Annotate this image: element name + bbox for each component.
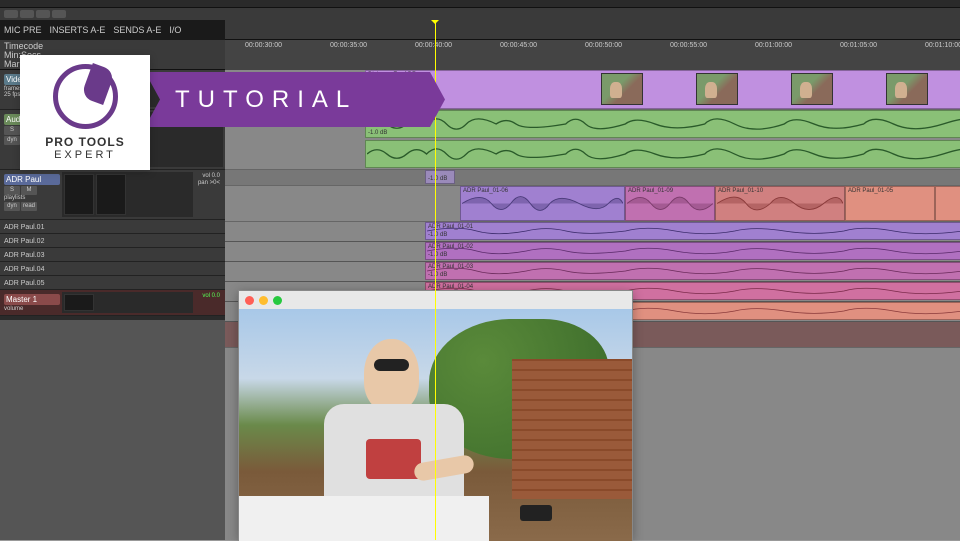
audio-clip[interactable]: -1.0 dB <box>365 110 960 138</box>
playlists-label[interactable]: playlists <box>4 195 60 201</box>
playlist-lane[interactable]: ADR Paul_01-02 -1.0 dB <box>225 242 960 262</box>
tutorial-banner: TUTORIAL <box>145 72 445 127</box>
header-label: I/O <box>169 25 181 35</box>
vol-label[interactable]: vol 0.0 <box>194 173 222 179</box>
insert-slot[interactable] <box>64 174 94 215</box>
track-name[interactable]: ADR Paul <box>4 174 60 185</box>
playlist-name[interactable]: ADR Paul.03 <box>4 252 60 259</box>
playlist-name[interactable]: ADR Paul.01 <box>4 224 60 231</box>
brand-logo: PRO TOOLS EXPERT <box>20 55 150 170</box>
dyn-button[interactable]: dyn <box>4 136 20 145</box>
time-mark: 00:01:05:00 <box>840 42 877 49</box>
small-clip[interactable]: -1.0 dB <box>425 170 455 184</box>
insert-slot[interactable] <box>96 174 126 215</box>
clip-label: ADR Paul_01-10 <box>718 188 763 194</box>
playlist-header[interactable]: ADR Paul.05 <box>0 276 225 290</box>
pan-label[interactable]: pan >0< <box>194 180 222 186</box>
header-label: SENDS A-E <box>113 25 161 35</box>
solo-button[interactable]: S <box>4 186 20 195</box>
tool-button[interactable] <box>36 10 50 18</box>
video-clip[interactable]: Dialogue For ADR <box>365 70 960 109</box>
db-label: -1.0 dB <box>368 130 387 136</box>
playlist-clip[interactable]: ADR Paul_01-01 -1.0 dB <box>425 222 960 240</box>
playlist-header[interactable]: ADR Paul.01 <box>0 220 225 234</box>
video-thumbnail <box>791 73 833 105</box>
tool-button[interactable] <box>20 10 34 18</box>
minimize-icon[interactable] <box>259 296 268 305</box>
time-mark: 00:00:35:00 <box>330 42 367 49</box>
playlist-lane[interactable]: ADR Paul_01-03 -1.0 dB <box>225 262 960 282</box>
time-mark: 00:00:55:00 <box>670 42 707 49</box>
clip-label: ADR Paul_01-05 <box>848 188 893 194</box>
playlist-clip[interactable]: ADR Paul_01-03 -1.0 dB <box>425 262 960 280</box>
adr-clip[interactable]: ADR Paul_01-10 <box>715 186 845 221</box>
audio-clip[interactable] <box>365 140 960 168</box>
playlist-name[interactable]: ADR Paul.05 <box>4 280 60 287</box>
output-slot[interactable] <box>64 294 94 311</box>
time-mark: 00:01:10:00 <box>925 42 960 49</box>
clip-label: ADR Paul_01-06 <box>463 188 508 194</box>
table-surface <box>239 496 489 541</box>
time-mark: 00:00:45:00 <box>500 42 537 49</box>
mute-button[interactable]: M <box>21 186 37 195</box>
vol-label[interactable]: vol 0.0 <box>194 293 222 299</box>
spacer-lane: -1.0 dB <box>225 170 960 186</box>
adr-track-header[interactable]: ADR Paul S M playlists dyn read vol 0.0 … <box>0 170 225 220</box>
edit-selection-ruler[interactable] <box>225 20 960 40</box>
maximize-icon[interactable] <box>273 296 282 305</box>
dyn-button[interactable]: dyn <box>4 202 20 211</box>
brand-text: EXPERT <box>54 149 116 161</box>
tool-button[interactable] <box>4 10 18 18</box>
edit-header: MIC PRE INSERTS A-E SENDS A-E I/O <box>0 20 225 40</box>
header-label: MIC PRE <box>4 25 42 35</box>
video-thumbnail <box>696 73 738 105</box>
read-button[interactable]: read <box>21 202 37 211</box>
track-name[interactable]: Master 1 <box>4 294 60 305</box>
close-icon[interactable] <box>245 296 254 305</box>
clip-label: ADR Paul_01-09 <box>628 188 673 194</box>
phone-prop <box>520 505 552 521</box>
master-sub: volume <box>4 306 60 312</box>
background-wall <box>512 359 632 499</box>
adr-comp-lane[interactable]: ADR Paul_01-06 ADR Paul_01-09 ADR Paul_0… <box>225 186 960 222</box>
time-mark: 00:00:30:00 <box>245 42 282 49</box>
video-thumbnail <box>601 73 643 105</box>
adr-clip[interactable]: ADR Paul_01-06 <box>460 186 625 221</box>
video-thumbnail <box>886 73 928 105</box>
adr-clip[interactable] <box>935 186 960 221</box>
adr-clip[interactable]: ADR Paul_01-05 <box>845 186 935 221</box>
menu-bar[interactable] <box>0 0 960 8</box>
time-mark: 00:00:40:00 <box>415 42 452 49</box>
playlist-name[interactable]: ADR Paul.04 <box>4 266 60 273</box>
solo-button[interactable]: S <box>4 126 20 135</box>
time-mark: 00:00:50:00 <box>585 42 622 49</box>
header-label: INSERTS A-E <box>50 25 106 35</box>
time-mark: 00:01:00:00 <box>755 42 792 49</box>
master-track-header[interactable]: Master 1 volume vol 0.0 <box>0 290 225 316</box>
adr-clip[interactable]: ADR Paul_01-09 <box>625 186 715 221</box>
playlist-header[interactable]: ADR Paul.02 <box>0 234 225 248</box>
banner-text: TUTORIAL <box>175 86 357 114</box>
playlist-header[interactable]: ADR Paul.04 <box>0 262 225 276</box>
tool-button[interactable] <box>52 10 66 18</box>
logo-icon <box>53 64 118 129</box>
playlist-name[interactable]: ADR Paul.02 <box>4 238 60 245</box>
timecode-ruler[interactable]: 00:00:30:00 00:00:35:00 00:00:40:00 00:0… <box>225 40 960 70</box>
playlist-clip[interactable]: ADR Paul_01-02 -1.0 dB <box>425 242 960 260</box>
bottom-panel <box>0 320 225 540</box>
playlist-lane[interactable]: ADR Paul_01-01 -1.0 dB <box>225 222 960 242</box>
toolbar <box>0 8 960 20</box>
brand-text: PRO TOOLS <box>45 135 124 149</box>
playlist-header[interactable]: ADR Paul.03 <box>0 248 225 262</box>
